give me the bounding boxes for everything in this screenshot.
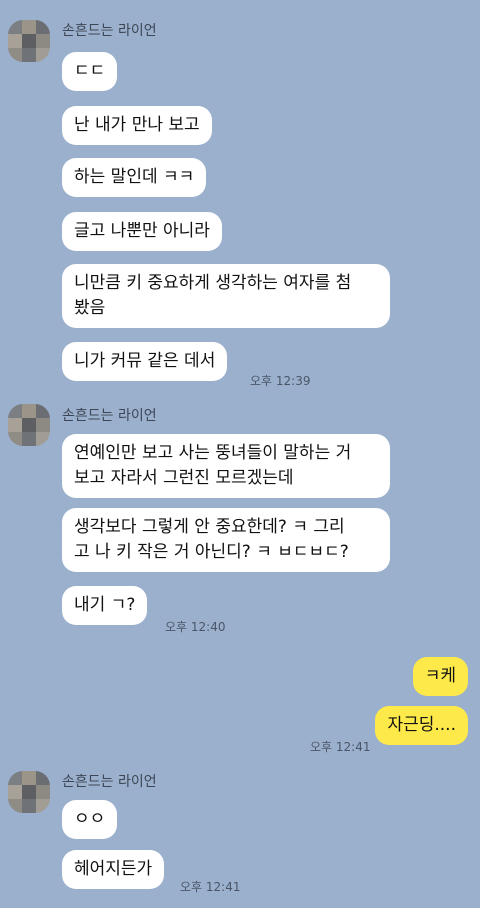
avatar[interactable]	[8, 20, 50, 62]
message-bubble[interactable]: 연예인만 보고 사는 뚱녀들이 말하는 거 보고 자라서 그런진 모르겠는데	[62, 434, 390, 498]
sender-name: 손흔드는 라이언	[62, 23, 157, 39]
message-bubble[interactable]: 생각보다 그렇게 안 중요한데? ㅋ 그리 고 나 키 작은 거 아닌디? ㅋ …	[62, 508, 390, 572]
avatar[interactable]	[8, 771, 50, 813]
sender-name: 손흔드는 라이언	[62, 408, 157, 424]
message-bubble[interactable]: 내기 ㄱ?	[62, 586, 148, 625]
message-timestamp: 오후 12:39	[250, 374, 311, 388]
previous-message-fragment	[330, 0, 480, 2]
message-bubble[interactable]: ㅇㅇ	[62, 800, 118, 839]
outgoing-message-bubble[interactable]: 자근딩....	[375, 706, 468, 745]
message-timestamp: 오후 12:40	[165, 620, 226, 634]
message-timestamp: 오후 12:41	[310, 740, 371, 754]
sender-name: 손흔드는 라이언	[62, 774, 157, 790]
message-bubble[interactable]: 글고 나뿐만 아니라	[62, 212, 222, 251]
outgoing-message-bubble[interactable]: ㅋ케	[412, 657, 468, 696]
message-bubble[interactable]: 니가 커뮤 같은 데서	[62, 342, 228, 381]
message-bubble[interactable]: ㄷㄷ	[62, 52, 118, 91]
message-bubble[interactable]: 니만큼 키 중요하게 생각하는 여자를 첨 봤음	[62, 264, 390, 328]
message-bubble[interactable]: 하는 말인데 ㅋㅋ	[62, 158, 207, 197]
message-bubble[interactable]: 헤어지든가	[62, 850, 165, 889]
avatar[interactable]	[8, 404, 50, 446]
message-timestamp: 오후 12:41	[180, 880, 241, 894]
message-bubble[interactable]: 난 내가 만나 보고	[62, 106, 212, 145]
